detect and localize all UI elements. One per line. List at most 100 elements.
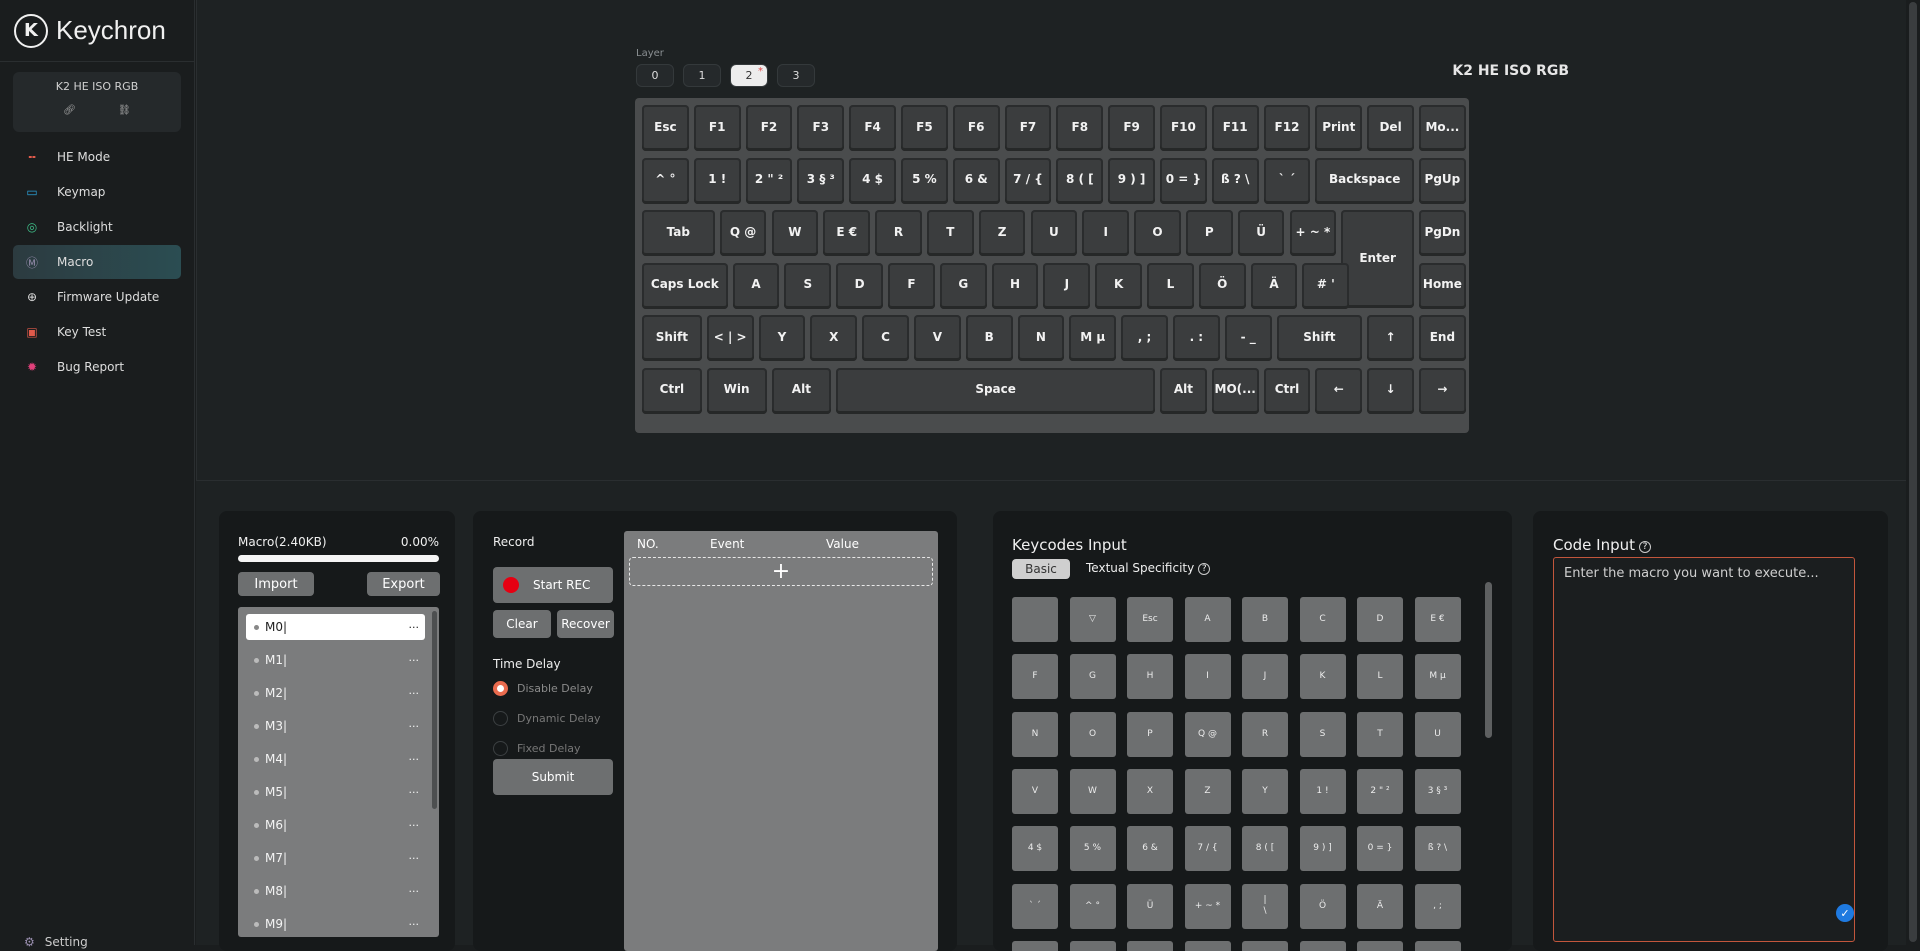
keycode-symbol[interactable]: Ä xyxy=(1357,883,1403,929)
macro-item-m2[interactable]: M2 | ··· xyxy=(246,680,425,706)
more-options-icon[interactable]: ··· xyxy=(409,654,420,667)
key-enter[interactable]: Enter xyxy=(1341,210,1414,308)
key-pgdn[interactable]: PgDn xyxy=(1419,210,1466,256)
keycode-b[interactable]: B xyxy=(1242,597,1288,642)
key-e[interactable]: E € xyxy=(823,210,871,256)
keycode-symbol[interactable]: Ö xyxy=(1299,883,1346,929)
key-c[interactable]: C xyxy=(862,315,909,361)
macro-item-m9[interactable]: M9 | ··· xyxy=(246,911,425,937)
key-f3[interactable]: F3 xyxy=(797,105,845,151)
key-f1[interactable]: F1 xyxy=(693,105,741,151)
keycode-symbol[interactable] xyxy=(1012,940,1058,951)
device-card[interactable]: K2 HE ISO RGB 🔗︎ ⛓︎ xyxy=(13,72,181,132)
macro-item-m3[interactable]: M3 | ··· xyxy=(246,713,425,739)
key-f[interactable]: F xyxy=(888,262,935,309)
page-scrollbar-thumb[interactable] xyxy=(1909,2,1917,942)
sidebar-item-firmware-update[interactable]: ⊕ Firmware Update xyxy=(13,280,181,314)
import-button[interactable]: Import xyxy=(238,572,314,596)
key-symbol[interactable]: Ö xyxy=(1198,262,1246,309)
key-t[interactable]: T xyxy=(926,210,974,256)
radio-fixed-delay[interactable]: Fixed Delay xyxy=(493,741,581,756)
key-f12[interactable]: F12 xyxy=(1263,105,1311,151)
key-7[interactable]: 7 / { xyxy=(1004,157,1052,204)
key-d[interactable]: D xyxy=(836,262,884,309)
key-p[interactable]: P xyxy=(1185,210,1233,256)
key-symbol[interactable]: , ; xyxy=(1121,315,1168,361)
keycode-j[interactable]: J xyxy=(1242,654,1288,700)
key-symbol[interactable]: < | > xyxy=(706,315,754,361)
keycode-symbol[interactable]: ß ? \ xyxy=(1414,826,1461,872)
more-options-icon[interactable]: ··· xyxy=(409,720,420,733)
keycode-u[interactable]: U xyxy=(1414,711,1461,757)
layer-button-3[interactable]: 3 xyxy=(777,64,815,87)
keycode-symbol[interactable]: | \ xyxy=(1242,883,1288,929)
keycode-0[interactable]: 0 = } xyxy=(1357,826,1403,872)
key-a[interactable]: A xyxy=(732,262,780,309)
keycode-l[interactable]: L xyxy=(1357,654,1403,700)
keycode-4[interactable]: 4 $ xyxy=(1012,826,1058,872)
key-symbol[interactable]: ← xyxy=(1315,367,1363,414)
more-options-icon[interactable]: ··· xyxy=(409,852,420,865)
export-button[interactable]: Export xyxy=(367,572,440,596)
key-8[interactable]: 8 ( [ xyxy=(1056,157,1104,204)
key-x[interactable]: X xyxy=(810,315,858,361)
key-z[interactable]: Z xyxy=(978,210,1026,256)
key-ctrl[interactable]: Ctrl xyxy=(1263,367,1311,414)
recover-button[interactable]: Recover xyxy=(557,610,614,638)
key-5[interactable]: 5 % xyxy=(901,157,948,204)
key-6[interactable]: 6 & xyxy=(952,157,1000,204)
sidebar-item-key-test[interactable]: ▣ Key Test xyxy=(13,315,181,349)
keycode-9[interactable]: 9 ) ] xyxy=(1299,826,1346,872)
link-icon[interactable]: 🔗︎ xyxy=(63,105,76,116)
keycode-symbol[interactable] xyxy=(1127,940,1173,951)
key-alt[interactable]: Alt xyxy=(1160,367,1207,414)
keycode-k[interactable]: K xyxy=(1299,654,1346,700)
keycode-q[interactable]: Q @ xyxy=(1184,711,1231,757)
keycode-i[interactable]: I xyxy=(1184,654,1231,700)
sidebar-item-he-mode[interactable]: ╍ HE Mode xyxy=(13,140,181,174)
key-f11[interactable]: F11 xyxy=(1211,105,1259,151)
keycode-7[interactable]: 7 / { xyxy=(1184,826,1231,872)
key-l[interactable]: L xyxy=(1147,262,1194,309)
key-2[interactable]: 2 " ² xyxy=(745,157,793,204)
macro-list-scrollbar[interactable] xyxy=(432,611,437,809)
key-shift[interactable]: Shift xyxy=(642,315,702,361)
key-pgup[interactable]: PgUp xyxy=(1419,157,1466,204)
keycode-symbol[interactable] xyxy=(1069,940,1116,951)
keycode-z[interactable]: Z xyxy=(1184,768,1231,814)
help-icon[interactable]: ? xyxy=(1198,563,1211,575)
key-y[interactable]: Y xyxy=(758,315,806,361)
keycode-p[interactable]: P xyxy=(1127,711,1173,757)
keycode-1[interactable]: 1 ! xyxy=(1299,768,1346,814)
tab-basic[interactable]: Basic xyxy=(1012,559,1070,579)
keycode-t[interactable]: T xyxy=(1357,711,1403,757)
keycode-symbol[interactable] xyxy=(1242,940,1288,951)
key-symbol[interactable]: ↑ xyxy=(1367,315,1414,361)
key-0[interactable]: 0 = } xyxy=(1160,157,1207,204)
keycode-v[interactable]: V xyxy=(1012,768,1058,814)
keycode-y[interactable]: Y xyxy=(1242,768,1288,814)
layer-button-2[interactable]: 2 * xyxy=(730,64,768,87)
macro-item-m5[interactable]: M5 | ··· xyxy=(246,779,425,805)
more-options-icon[interactable]: ··· xyxy=(409,753,420,766)
key-3[interactable]: 3 § ³ xyxy=(797,157,845,204)
key-f4[interactable]: F4 xyxy=(849,105,896,151)
key-symbol[interactable]: ^ ° xyxy=(642,157,689,204)
confirm-check-icon[interactable]: ✓ xyxy=(1836,904,1854,922)
more-options-icon[interactable]: ··· xyxy=(409,819,420,832)
key-b[interactable]: B xyxy=(965,315,1013,361)
code-input-field[interactable] xyxy=(1553,557,1855,942)
key-space[interactable]: Space xyxy=(836,367,1155,414)
key-symbol[interactable]: Ü xyxy=(1237,210,1285,256)
key-print[interactable]: Print xyxy=(1315,105,1363,151)
key-symbol[interactable]: ` ´ xyxy=(1263,157,1311,204)
key-caps-lock[interactable]: Caps Lock xyxy=(642,262,728,309)
keycode-symbol[interactable] xyxy=(1012,597,1058,642)
key-tab[interactable]: Tab xyxy=(642,210,715,256)
sidebar-item-keymap[interactable]: ▭ Keymap xyxy=(13,175,181,209)
more-options-icon[interactable]: ··· xyxy=(409,621,420,634)
submit-button[interactable]: Submit xyxy=(493,759,613,795)
keycode-scrollbar[interactable] xyxy=(1485,582,1492,738)
radio-disable-delay[interactable]: Disable Delay xyxy=(493,681,593,696)
macro-item-m7[interactable]: M7 | ··· xyxy=(246,845,425,871)
